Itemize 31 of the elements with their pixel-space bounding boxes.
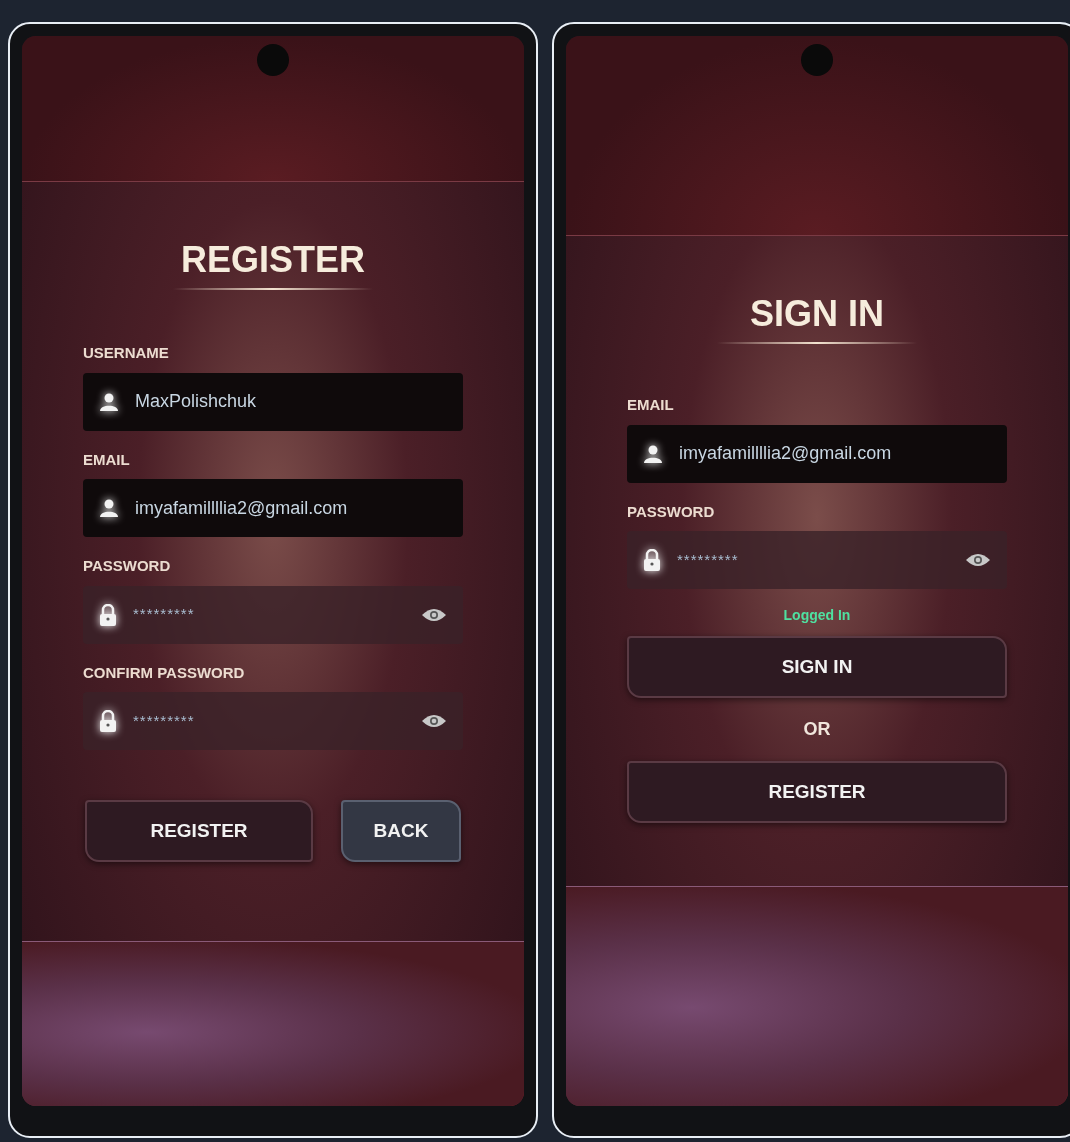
action-button[interactable]: REGISTER bbox=[85, 800, 313, 862]
lock-icon bbox=[99, 603, 117, 626]
user-icon bbox=[99, 391, 119, 412]
lock-icon bbox=[643, 549, 661, 571]
action-button[interactable]: BACK bbox=[341, 800, 461, 862]
camera-hole bbox=[257, 44, 289, 76]
input-field[interactable]: imyafamillllia2@gmail.com bbox=[83, 479, 463, 537]
screen-title: SIGN IN bbox=[750, 296, 884, 332]
input-field[interactable]: imyafamillllia2@gmail.com bbox=[627, 424, 1007, 483]
camera-hole bbox=[801, 44, 833, 76]
password-field[interactable]: ********* bbox=[83, 692, 463, 750]
user-icon bbox=[99, 498, 119, 518]
action-button[interactable]: SIGN IN bbox=[627, 636, 1007, 698]
password-field[interactable]: ********* bbox=[83, 585, 463, 644]
field-label: USERNAME bbox=[83, 343, 170, 363]
lock-icon bbox=[99, 710, 117, 732]
eye-icon[interactable] bbox=[421, 713, 447, 729]
password-field[interactable]: ********* bbox=[627, 531, 1007, 589]
status-message: Logged In bbox=[783, 606, 851, 625]
field-label: PASSWORD bbox=[83, 556, 172, 576]
eye-icon[interactable] bbox=[965, 552, 991, 568]
input-field[interactable]: MaxPolishchuk bbox=[83, 372, 463, 431]
separator-text: OR bbox=[803, 718, 831, 741]
screen-title: REGISTER bbox=[181, 242, 365, 278]
user-icon bbox=[643, 443, 663, 464]
field-label: EMAIL bbox=[83, 449, 131, 470]
action-button[interactable]: REGISTER bbox=[627, 761, 1007, 823]
field-label: EMAIL bbox=[627, 395, 675, 415]
eye-icon[interactable] bbox=[421, 606, 447, 623]
field-label: PASSWORD bbox=[627, 501, 716, 522]
field-label: CONFIRM PASSWORD bbox=[83, 662, 246, 683]
